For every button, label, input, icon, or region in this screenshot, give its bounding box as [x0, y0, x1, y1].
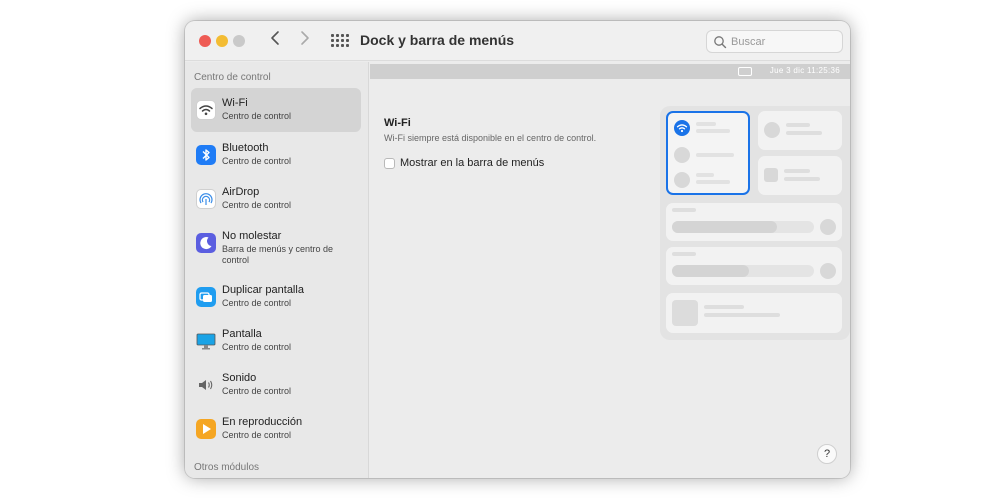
menu-bar-clock: Jue 3 dic 11:25:36: [769, 66, 840, 75]
sidebar-item-wifi[interactable]: Wi-Fi Centro de control: [191, 88, 361, 132]
section-label-other-modules: Otros módulos: [194, 462, 260, 473]
sidebar-item-subtitle: Centro de control: [222, 156, 292, 166]
sidebar-item-bluetooth[interactable]: Bluetooth Centro de control: [191, 134, 361, 176]
title-bar: Dock y barra de menús: [185, 21, 850, 61]
sidebar-item-display[interactable]: Pantalla Centro de control: [191, 320, 361, 362]
search-icon: [714, 36, 727, 49]
connectivity-tile-highlighted: [666, 111, 750, 195]
panel-description: Wi-Fi siempre está disponible en el cent…: [384, 133, 597, 143]
preview-now-playing-tile: [666, 293, 842, 333]
chevron-left-icon: [271, 31, 279, 45]
chevron-right-icon: [301, 31, 309, 45]
sidebar-item-subtitle: Centro de control: [222, 430, 292, 440]
sidebar: Centro de control Wi-Fi Centro de contro…: [185, 62, 369, 478]
sidebar-item-title: No molestar: [222, 230, 282, 242]
preferences-window: Dock y barra de menús Centro de control …: [185, 21, 850, 478]
sidebar-item-screen-mirroring[interactable]: Duplicar pantalla Centro de control: [191, 276, 361, 318]
sidebar-item-sound[interactable]: Sonido Centro de control: [191, 364, 361, 406]
display-icon: [196, 331, 216, 351]
show-in-menu-bar-checkbox[interactable]: [384, 158, 395, 169]
sidebar-item-do-not-disturb[interactable]: No molestar Barra de menús y centro de c…: [191, 222, 361, 274]
preview-tile: [758, 156, 842, 195]
sidebar-item-title: Sonido: [222, 372, 257, 384]
close-window-button[interactable]: [199, 35, 211, 47]
search-input[interactable]: [731, 34, 839, 50]
sidebar-item-title: Duplicar pantalla: [222, 284, 304, 296]
preview-tile: [758, 111, 842, 150]
sidebar-item-subtitle: Centro de control: [222, 111, 292, 121]
bluetooth-icon: [196, 145, 216, 165]
search-field[interactable]: [706, 30, 843, 53]
sidebar-item-subtitle: Centro de control: [222, 342, 292, 352]
sidebar-item-title: En reproducción: [222, 416, 303, 428]
sidebar-item-subtitle: Centro de control: [222, 200, 292, 210]
sidebar-item-title: AirDrop: [222, 186, 260, 198]
sidebar-item-subtitle: Centro de control: [222, 298, 292, 308]
show-all-grid-button[interactable]: [331, 34, 349, 48]
sidebar-item-title: Bluetooth: [222, 142, 269, 154]
forward-button[interactable]: [294, 29, 316, 53]
zoom-window-button[interactable]: [233, 35, 245, 47]
sidebar-item-subtitle: Barra de menús y centro de control: [222, 244, 334, 265]
sidebar-item-title: Wi-Fi: [222, 97, 248, 109]
preview-slider-tile: [666, 203, 842, 241]
control-center-preview: [660, 106, 850, 340]
speaker-icon: [196, 375, 216, 395]
screen-mirroring-icon: [196, 287, 216, 307]
moon-icon: [196, 233, 216, 253]
sidebar-item-subtitle: Centro de control: [222, 386, 292, 396]
sidebar-item-now-playing[interactable]: En reproducción Centro de control: [191, 408, 361, 450]
wifi-icon: [196, 100, 216, 120]
play-icon: [196, 419, 216, 439]
airdrop-icon: [196, 189, 216, 209]
sidebar-item-title: Pantalla: [222, 328, 262, 340]
wifi-icon: [674, 120, 690, 136]
section-label-control-center: Centro de control: [194, 72, 271, 83]
window-title: Dock y barra de menús: [360, 32, 515, 48]
minimize-window-button[interactable]: [216, 35, 228, 47]
preview-slider-tile: [666, 247, 842, 285]
panel-title: Wi-Fi: [384, 117, 411, 129]
sidebar-item-airdrop[interactable]: AirDrop Centro de control: [191, 178, 361, 220]
menu-bar-preview: Jue 3 dic 11:25:36: [370, 64, 850, 79]
show-in-menu-bar-label[interactable]: Mostrar en la barra de menús: [400, 157, 544, 169]
control-center-icon: [738, 67, 752, 76]
help-button[interactable]: ?: [817, 444, 837, 464]
main-panel: Jue 3 dic 11:25:36 Wi-Fi Wi-Fi siempre e…: [370, 62, 850, 478]
back-button[interactable]: [264, 29, 286, 53]
